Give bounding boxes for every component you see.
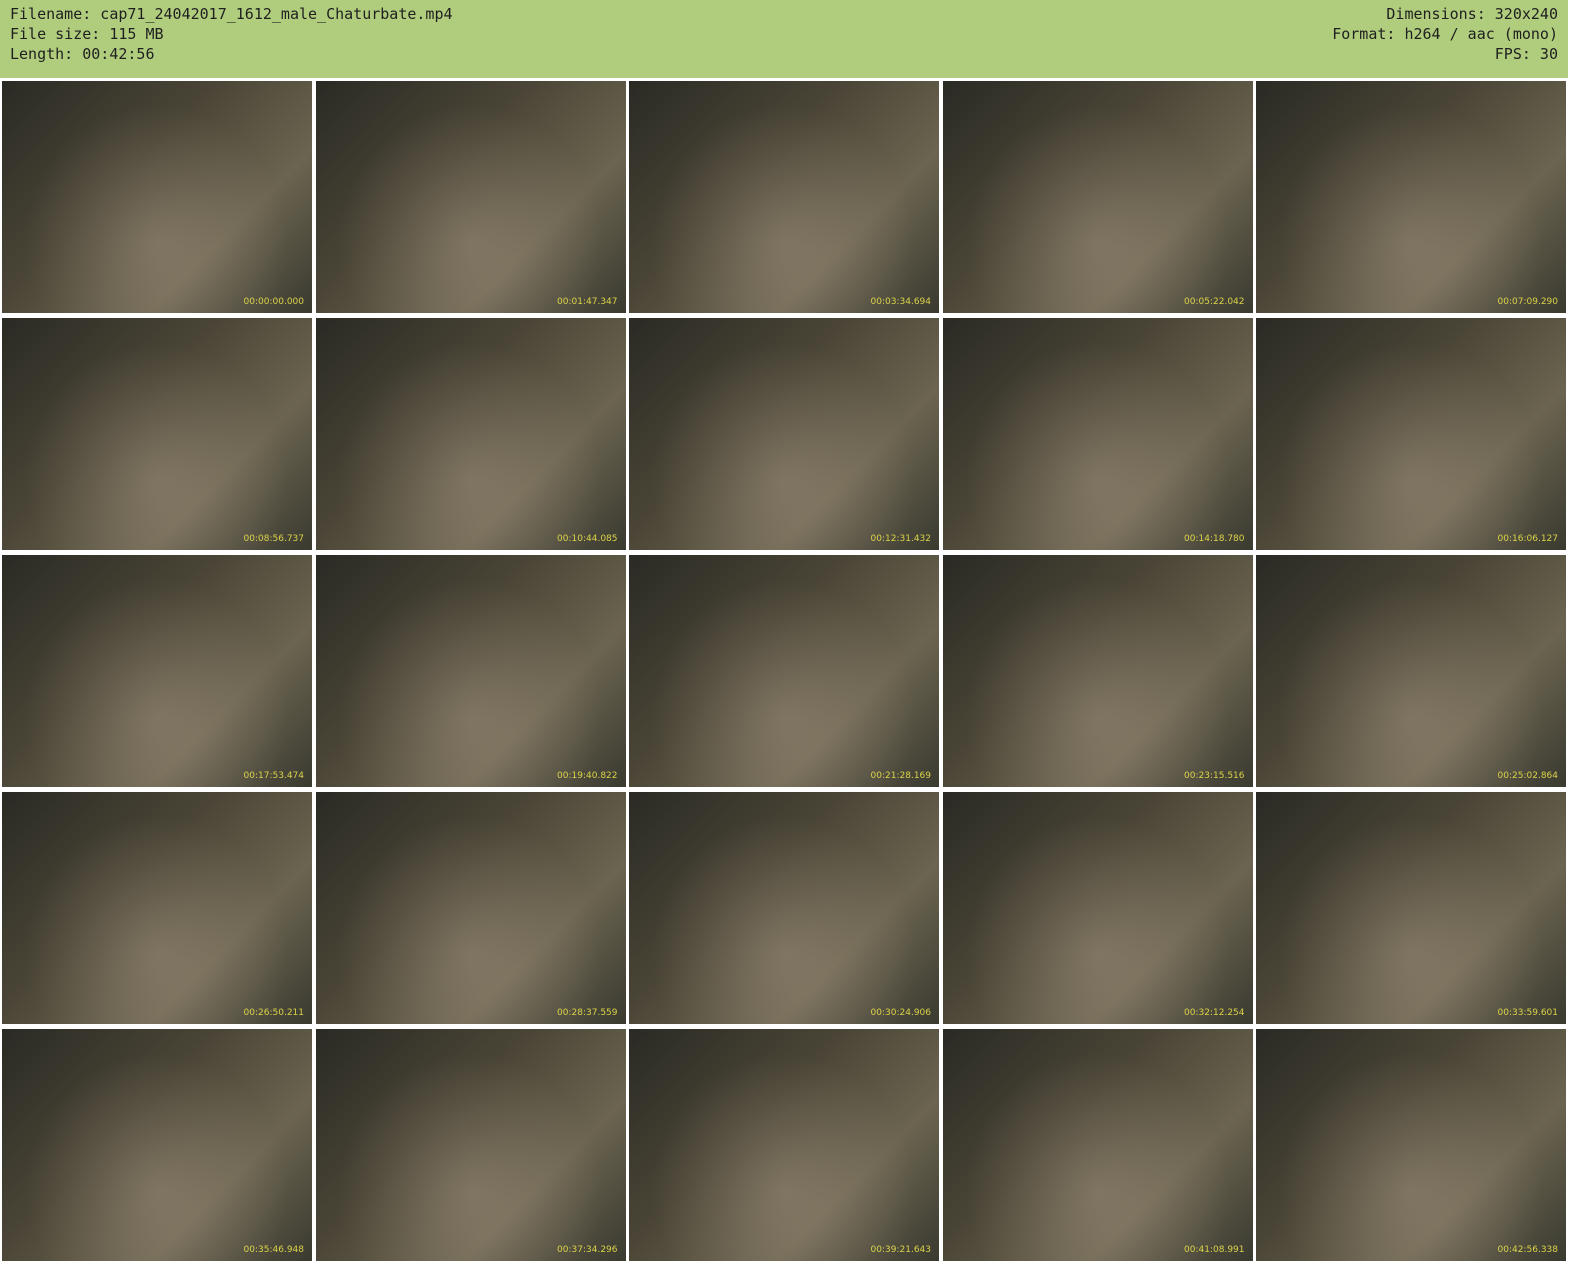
video-thumbnail: 00:23:15.516 xyxy=(942,555,1253,787)
video-thumbnail: 00:39:21.643 xyxy=(629,1029,939,1261)
video-thumbnail: 00:10:44.085 xyxy=(315,318,626,550)
fps-text: FPS: 30 xyxy=(1494,45,1558,63)
video-thumbnail: 00:05:22.042 xyxy=(942,81,1253,313)
file-info-left: Filename: cap71_24042017_1612_male_Chatu… xyxy=(10,4,453,64)
video-thumbnail: 00:37:34.296 xyxy=(315,1029,626,1261)
thumbnail-timestamp: 00:26:50.211 xyxy=(243,1008,304,1018)
video-thumbnail: 00:21:28.169 xyxy=(629,555,939,787)
video-thumbnail: 00:12:31.432 xyxy=(629,318,939,550)
video-thumbnail: 00:41:08.991 xyxy=(942,1029,1253,1261)
thumbnail-timestamp: 00:12:31.432 xyxy=(870,534,931,544)
file-info-header: Filename: cap71_24042017_1612_male_Chatu… xyxy=(0,0,1568,78)
thumbnail-timestamp: 00:07:09.290 xyxy=(1497,297,1558,307)
video-thumbnail: 00:07:09.290 xyxy=(1256,81,1566,313)
video-thumbnail: 00:14:18.780 xyxy=(942,318,1253,550)
file-info-right: Dimensions: 320x240 Format: h264 / aac (… xyxy=(1332,4,1558,64)
video-thumbnail: 00:17:53.474 xyxy=(2,555,312,787)
video-thumbnail: 00:32:12.254 xyxy=(942,792,1253,1024)
video-thumbnail: 00:19:40.822 xyxy=(315,555,626,787)
video-thumbnail: 00:25:02.864 xyxy=(1256,555,1566,787)
thumbnail-grid: 00:00:00.000 00:01:47.347 00:03:34.694 00:0… xyxy=(2,81,1566,1261)
video-thumbnail: 00:01:47.347 xyxy=(315,81,626,313)
video-thumbnail: 00:08:56.737 xyxy=(2,318,312,550)
thumbnail-timestamp: 00:05:22.042 xyxy=(1184,297,1245,307)
thumbnail-timestamp: 00:14:18.780 xyxy=(1184,534,1245,544)
thumbnail-timestamp: 00:32:12.254 xyxy=(1184,1008,1245,1018)
video-thumbnail: 00:16:06.127 xyxy=(1256,318,1566,550)
thumbnail-timestamp: 00:28:37.559 xyxy=(557,1008,618,1018)
video-thumbnail: 00:26:50.211 xyxy=(2,792,312,1024)
thumbnail-timestamp: 00:23:15.516 xyxy=(1184,771,1245,781)
length-text: Length: 00:42:56 xyxy=(10,45,155,63)
dimensions-text: Dimensions: 320x240 xyxy=(1386,5,1558,23)
filename-text: Filename: cap71_24042017_1612_male_Chatu… xyxy=(10,5,453,23)
video-thumbnail: 00:33:59.601 xyxy=(1256,792,1566,1024)
thumbnail-timestamp: 00:19:40.822 xyxy=(557,771,618,781)
video-thumbnail: 00:03:34.694 xyxy=(629,81,939,313)
video-thumbnail: 00:28:37.559 xyxy=(315,792,626,1024)
format-text: Format: h264 / aac (mono) xyxy=(1332,25,1558,43)
thumbnail-timestamp: 00:25:02.864 xyxy=(1497,771,1558,781)
thumbnail-timestamp: 00:03:34.694 xyxy=(870,297,931,307)
thumbnail-timestamp: 00:42:56.338 xyxy=(1497,1245,1558,1255)
thumbnail-timestamp: 00:17:53.474 xyxy=(243,771,304,781)
thumbnail-timestamp: 00:10:44.085 xyxy=(557,534,618,544)
video-thumbnail: 00:30:24.906 xyxy=(629,792,939,1024)
thumbnail-timestamp: 00:41:08.991 xyxy=(1184,1245,1245,1255)
video-thumbnail: 00:42:56.338 xyxy=(1256,1029,1566,1261)
thumbnail-timestamp: 00:00:00.000 xyxy=(243,297,304,307)
thumbnail-timestamp: 00:01:47.347 xyxy=(557,297,618,307)
thumbnail-timestamp: 00:35:46.948 xyxy=(243,1245,304,1255)
thumbnail-timestamp: 00:33:59.601 xyxy=(1497,1008,1558,1018)
thumbnail-timestamp: 00:16:06.127 xyxy=(1497,534,1558,544)
thumbnail-timestamp: 00:30:24.906 xyxy=(870,1008,931,1018)
filesize-text: File size: 115 MB xyxy=(10,25,164,43)
video-thumbnail: 00:35:46.948 xyxy=(2,1029,312,1261)
thumbnail-timestamp: 00:37:34.296 xyxy=(557,1245,618,1255)
video-thumbnail: 00:00:00.000 xyxy=(2,81,312,313)
thumbnail-timestamp: 00:08:56.737 xyxy=(243,534,304,544)
thumbnail-timestamp: 00:21:28.169 xyxy=(870,771,931,781)
thumbnail-timestamp: 00:39:21.643 xyxy=(870,1245,931,1255)
